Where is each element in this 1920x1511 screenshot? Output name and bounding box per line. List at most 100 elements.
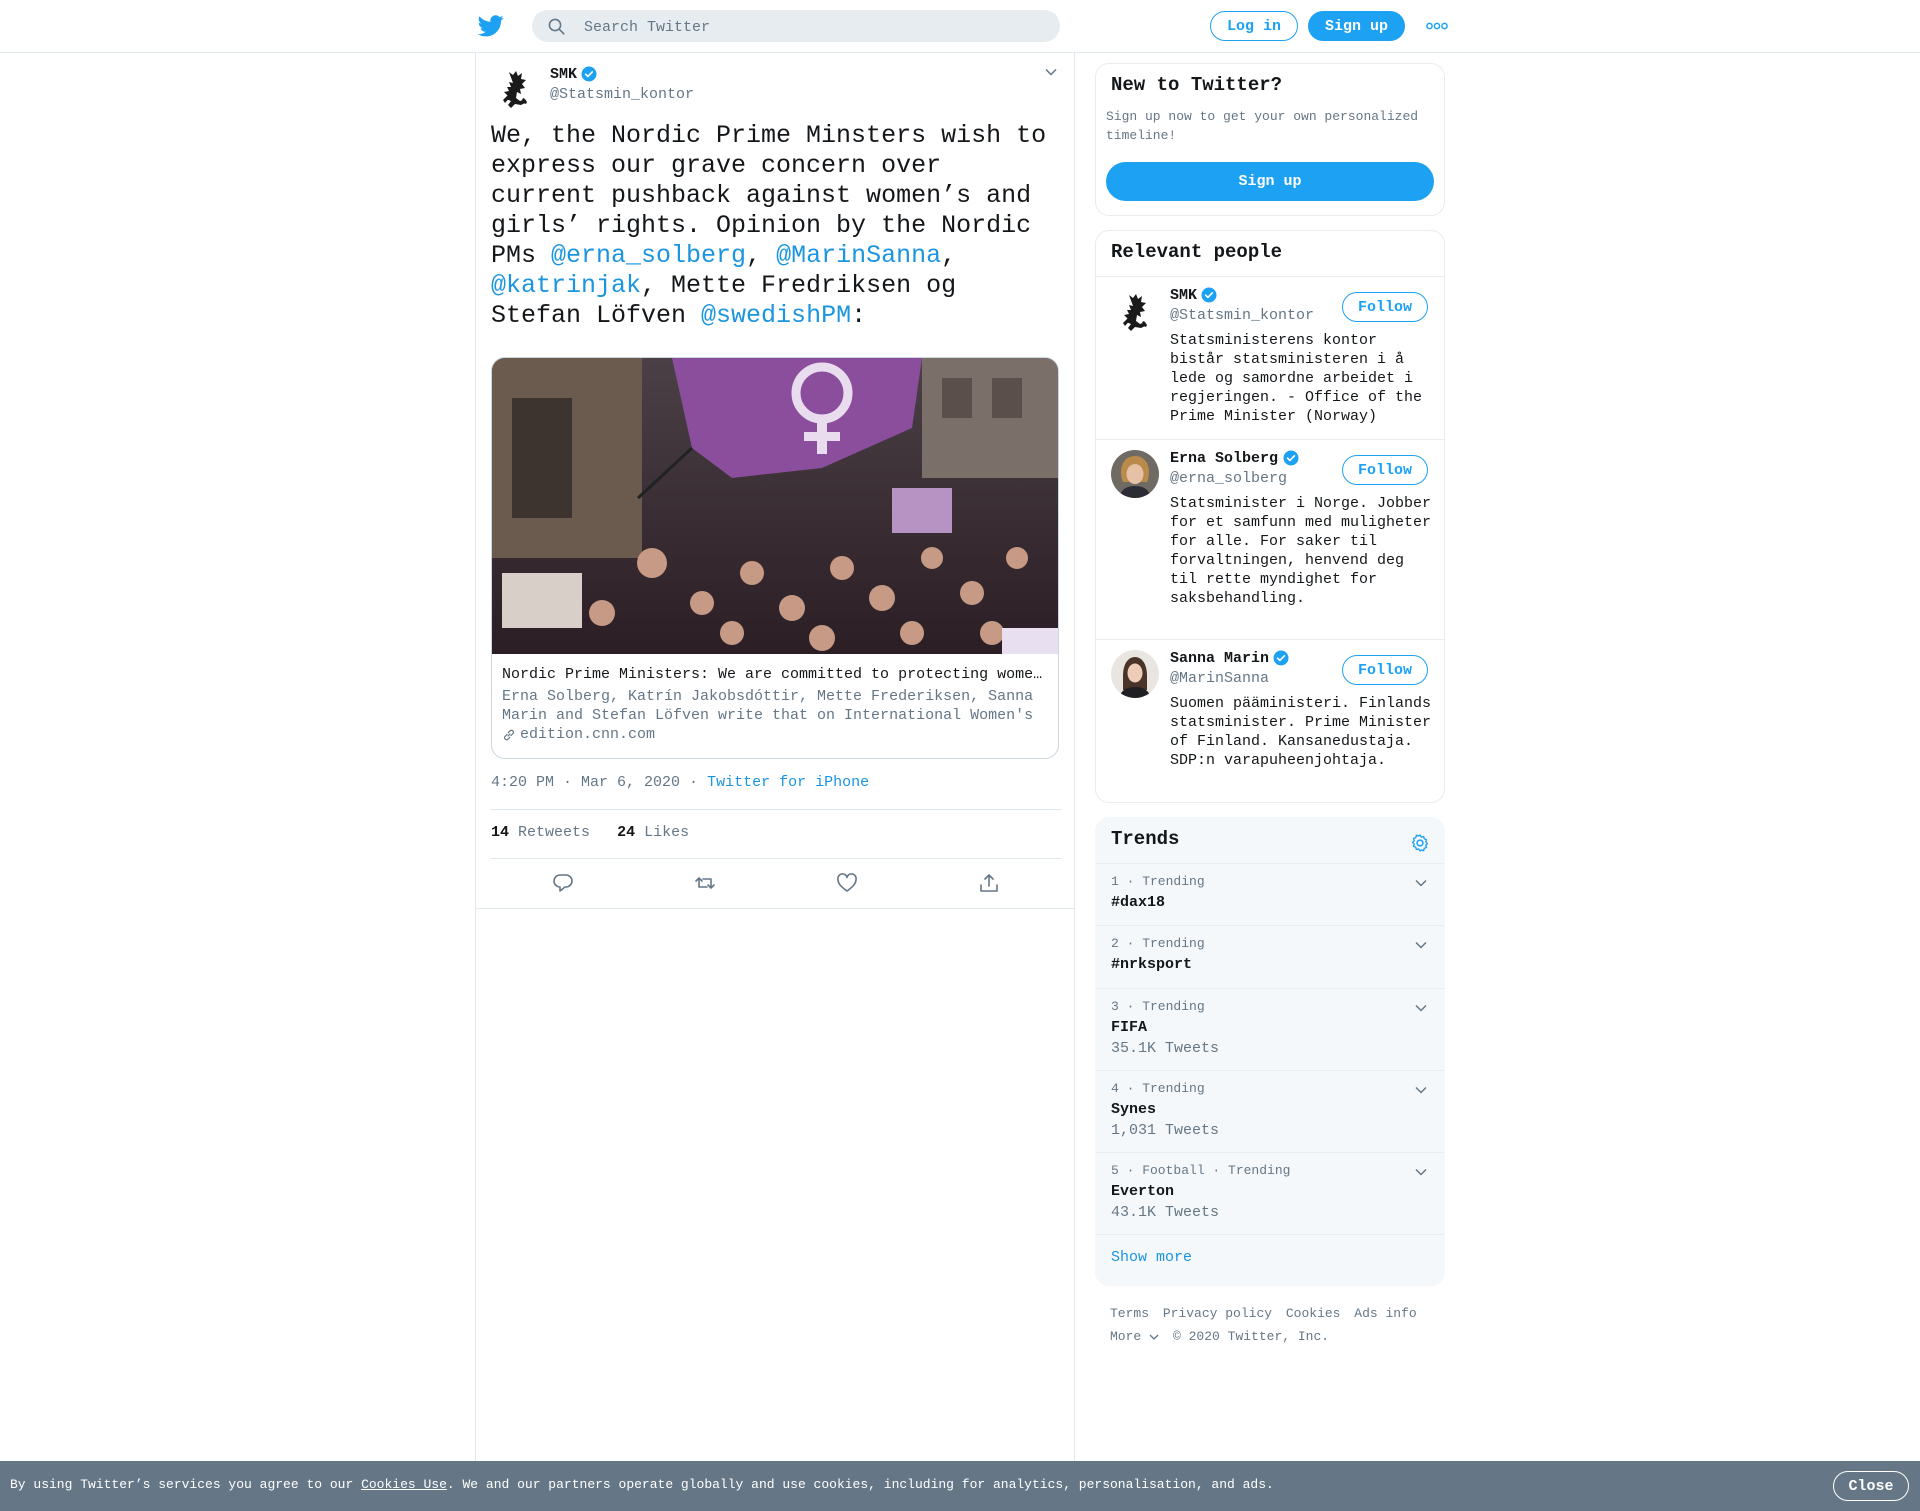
- footer-links: Terms Privacy policy Cookies Ads info: [1110, 1302, 1440, 1325]
- relevant-people-panel: Relevant people SMK @Statsmin_kontor Fol…: [1095, 230, 1445, 803]
- person-name[interactable]: SMK: [1170, 287, 1197, 304]
- panel-subtitle: Sign up now to get your own personalized…: [1106, 109, 1419, 143]
- person-name[interactable]: Erna Solberg: [1170, 450, 1278, 467]
- login-button[interactable]: Log in: [1210, 11, 1298, 41]
- avatar[interactable]: [491, 64, 539, 112]
- avatar[interactable]: [1111, 287, 1159, 335]
- signup-button[interactable]: Sign up: [1308, 11, 1405, 41]
- person-card[interactable]: Erna Solberg @erna_solberg Follow Statsm…: [1096, 439, 1444, 640]
- follow-button[interactable]: Follow: [1342, 655, 1428, 685]
- person-photo-icon: [1111, 450, 1159, 498]
- chevron-down-icon[interactable]: [1414, 1003, 1428, 1013]
- trend-name[interactable]: FIFA: [1111, 1019, 1147, 1036]
- tweet-meta: 4:20 PM · Mar 6, 2020 · Twitter for iPho…: [491, 774, 869, 791]
- like-heart-icon[interactable]: [836, 872, 858, 894]
- divider: [476, 908, 1074, 909]
- trend-name[interactable]: #nrksport: [1111, 956, 1192, 973]
- likes-count: 24: [617, 824, 636, 841]
- cookies-use-link[interactable]: Cookies Use: [361, 1477, 447, 1492]
- footer-link-ads-info[interactable]: Ads info: [1354, 1306, 1416, 1321]
- chevron-down-icon[interactable]: [1414, 878, 1428, 888]
- chevron-down-icon: [1149, 1334, 1159, 1340]
- cookie-text-prefix: By using Twitter’s services you agree to…: [10, 1477, 362, 1492]
- person-handle[interactable]: @MarinSanna: [1170, 670, 1269, 687]
- footer: Terms Privacy policy Cookies Ads info Mo…: [1110, 1302, 1440, 1348]
- tweet-text: We, the Nordic Prime Minsters wish to ex…: [491, 121, 1061, 331]
- share-icon[interactable]: [978, 872, 1000, 894]
- panel-title: Trends: [1111, 828, 1180, 850]
- person-handle[interactable]: @erna_solberg: [1170, 470, 1287, 487]
- footer-link-terms[interactable]: Terms: [1110, 1306, 1149, 1321]
- person-card[interactable]: SMK @Statsmin_kontor Follow Statsministe…: [1096, 276, 1444, 439]
- trend-meta: 4 · Trending: [1111, 1081, 1205, 1096]
- close-button[interactable]: Close: [1833, 1471, 1909, 1501]
- retweets-count: 14: [491, 824, 510, 841]
- signup-button[interactable]: Sign up: [1106, 162, 1434, 201]
- mention-link[interactable]: @erna_solberg: [551, 241, 746, 270]
- link-card[interactable]: Nordic Prime Ministers: We are committed…: [491, 357, 1059, 759]
- card-image: [492, 358, 1058, 654]
- card-domain: edition.cnn.com: [520, 726, 656, 743]
- trend-meta: 1 · Trending: [1111, 874, 1205, 889]
- chevron-down-icon[interactable]: [1044, 67, 1058, 77]
- footer-more[interactable]: More: [1110, 1329, 1159, 1344]
- retweet-icon[interactable]: [694, 872, 716, 894]
- show-more-link[interactable]: Show more: [1111, 1249, 1192, 1266]
- chevron-down-icon[interactable]: [1414, 1085, 1428, 1095]
- mention-link[interactable]: @swedishPM: [701, 301, 851, 330]
- chevron-down-icon[interactable]: [1414, 1167, 1428, 1177]
- tweet-source-link[interactable]: Twitter for iPhone: [707, 774, 869, 791]
- cookie-text-suffix: . We and our partners operate globally a…: [446, 1477, 1274, 1492]
- trend-meta: 2 · Trending: [1111, 936, 1205, 951]
- avatar[interactable]: [1111, 650, 1159, 698]
- search-input[interactable]: [582, 10, 1046, 44]
- more-options-icon[interactable]: [1426, 22, 1448, 30]
- trend-tweet-count: 1,031 Tweets: [1111, 1122, 1220, 1139]
- footer-link-cookies[interactable]: Cookies: [1286, 1306, 1341, 1321]
- trend-item[interactable]: 5 · Football · Trending Everton 43.1K Tw…: [1096, 1152, 1444, 1235]
- tweet-author-handle[interactable]: @Statsmin_kontor: [550, 86, 694, 103]
- twitter-bird-icon[interactable]: [478, 14, 504, 38]
- card-title[interactable]: Nordic Prime Ministers: We are committed…: [502, 666, 1048, 683]
- settings-gear-icon[interactable]: [1410, 833, 1430, 853]
- trend-item[interactable]: 4 · Trending Synes 1,031 Tweets: [1096, 1070, 1444, 1153]
- person-bio: Statsminister i Norge. Jobber for et sam…: [1170, 495, 1432, 607]
- meta-separator: ·: [689, 774, 699, 791]
- verified-badge-icon: [581, 66, 597, 82]
- search-icon: [548, 18, 565, 35]
- panel-title: Relevant people: [1111, 241, 1283, 263]
- copyright: © 2020 Twitter, Inc.: [1173, 1329, 1330, 1344]
- trend-tweet-count: 43.1K Tweets: [1111, 1204, 1220, 1221]
- cookie-message: By using Twitter’s services you agree to…: [10, 1477, 1274, 1492]
- search-box[interactable]: [532, 10, 1060, 44]
- top-bar: Log in Sign up: [0, 0, 1920, 53]
- cookie-consent-bar: By using Twitter’s services you agree to…: [0, 1461, 1920, 1511]
- follow-button[interactable]: Follow: [1342, 455, 1428, 485]
- trend-item[interactable]: 2 · Trending #nrksport: [1096, 925, 1444, 989]
- likes-stat[interactable]: 24 Likes: [617, 824, 689, 841]
- person-bio: Statsministerens kontor bistår statsmini…: [1170, 332, 1423, 425]
- mention-link[interactable]: @MarinSanna: [776, 241, 941, 270]
- tweet-timestamp[interactable]: 4:20 PM · Mar 6, 2020: [491, 774, 680, 791]
- person-handle[interactable]: @Statsmin_kontor: [1170, 307, 1314, 324]
- person-card[interactable]: Sanna Marin @MarinSanna Follow Suomen pä…: [1096, 639, 1444, 802]
- tweet-author-name[interactable]: SMK: [550, 66, 577, 83]
- person-photo-icon: [1111, 650, 1159, 698]
- person-name[interactable]: Sanna Marin: [1170, 650, 1269, 667]
- chevron-down-icon[interactable]: [1414, 940, 1428, 950]
- trend-name[interactable]: #dax18: [1111, 894, 1165, 911]
- trend-item[interactable]: 1 · Trending #dax18: [1096, 863, 1444, 926]
- footer-more-label: More: [1110, 1329, 1142, 1344]
- mention-link[interactable]: @katrinjak: [491, 271, 641, 300]
- footer-link-privacy[interactable]: Privacy policy: [1163, 1306, 1272, 1321]
- reply-icon[interactable]: [552, 872, 574, 894]
- trend-item[interactable]: 3 · Trending FIFA 35.1K Tweets: [1096, 988, 1444, 1071]
- trend-name[interactable]: Everton: [1111, 1183, 1174, 1200]
- avatar[interactable]: [1111, 450, 1159, 498]
- follow-button[interactable]: Follow: [1342, 292, 1428, 322]
- retweets-stat[interactable]: 14 Retweets: [491, 824, 590, 841]
- trend-name[interactable]: Synes: [1111, 1101, 1156, 1118]
- likes-label: Likes: [644, 824, 690, 841]
- trend-meta: 3 · Trending: [1111, 999, 1205, 1014]
- trend-tweet-count: 35.1K Tweets: [1111, 1040, 1220, 1057]
